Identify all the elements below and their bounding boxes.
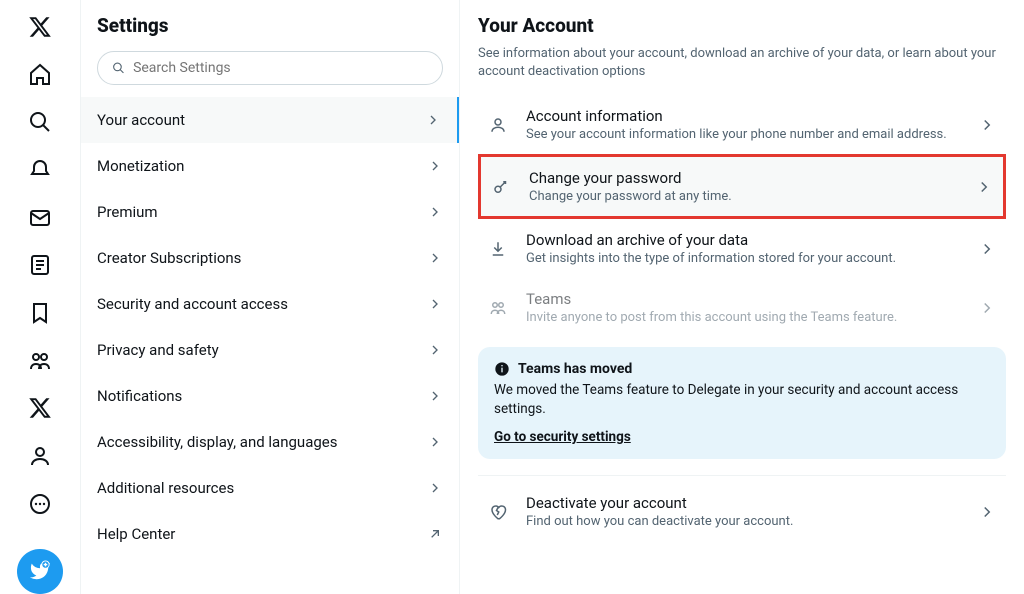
heart-broken-icon	[488, 502, 508, 522]
notifications-icon[interactable]	[27, 157, 53, 183]
main-description: See information about your account, down…	[478, 45, 1006, 81]
option-subtitle: Get insights into the type of informatio…	[526, 251, 978, 266]
bookmarks-icon[interactable]	[27, 300, 53, 326]
home-icon[interactable]	[27, 62, 53, 88]
download-icon	[488, 239, 508, 259]
option-download-an-archive-of-your-data[interactable]: Download an archive of your data Get insi…	[478, 219, 1006, 278]
settings-item-privacy-and-safety[interactable]: Privacy and safety	[81, 327, 459, 373]
settings-list: Your account Monetization Premium Creator S…	[81, 97, 459, 557]
people-icon	[488, 298, 508, 318]
x-premium-icon[interactable]	[27, 396, 53, 422]
compose-button[interactable]	[17, 549, 63, 594]
option-account-information[interactable]: Account information See your account info…	[478, 95, 1006, 154]
settings-item-label: Security and account access	[97, 295, 288, 313]
option-change-your-password[interactable]: Change your password Change your password…	[478, 154, 1006, 219]
settings-item-accessibility-display-and-languages[interactable]: Accessibility, display, and languages	[81, 419, 459, 465]
settings-item-label: Creator Subscriptions	[97, 249, 241, 267]
person-icon	[488, 115, 508, 135]
settings-item-label: Notifications	[97, 387, 182, 405]
chevron-right-icon	[978, 299, 996, 317]
main-column: Your Account See information about your …	[460, 0, 1024, 594]
messages-icon[interactable]	[27, 205, 53, 231]
chevron-right-icon	[978, 116, 996, 134]
settings-item-security-and-account-access[interactable]: Security and account access	[81, 281, 459, 327]
settings-item-help-center[interactable]: Help Center	[81, 511, 459, 557]
x-logo-icon[interactable]	[27, 14, 53, 40]
lists-icon[interactable]	[27, 252, 53, 278]
notice-link[interactable]: Go to security settings	[494, 429, 631, 445]
settings-search[interactable]	[97, 51, 443, 85]
option-teams: Teams Invite anyone to post from this acc…	[478, 278, 1006, 337]
option-subtitle: Find out how you can deactivate your acc…	[526, 514, 978, 529]
info-icon	[494, 361, 510, 377]
settings-item-label: Help Center	[97, 525, 175, 543]
option-title: Deactivate your account	[526, 494, 978, 512]
settings-column: Settings Your account Monetization Premium…	[80, 0, 460, 594]
search-icon[interactable]	[27, 109, 53, 135]
communities-icon[interactable]	[27, 348, 53, 374]
option-title: Account information	[526, 107, 978, 125]
settings-item-label: Privacy and safety	[97, 341, 219, 359]
settings-title: Settings	[81, 0, 459, 47]
option-subtitle: Invite anyone to post from this account …	[526, 310, 978, 325]
profile-icon[interactable]	[27, 443, 53, 469]
option-deactivate-your-account[interactable]: Deactivate your account Find out how you …	[478, 482, 1006, 541]
option-title: Teams	[526, 290, 978, 308]
settings-search-input[interactable]	[133, 60, 428, 76]
settings-item-label: Premium	[97, 203, 158, 221]
settings-item-label: Additional resources	[97, 479, 234, 497]
option-subtitle: See your account information like your p…	[526, 127, 978, 142]
chevron-right-icon	[975, 178, 993, 196]
divider	[478, 475, 1006, 476]
chevron-right-icon	[978, 240, 996, 258]
settings-item-your-account[interactable]: Your account	[81, 97, 459, 143]
settings-item-label: Your account	[97, 111, 185, 129]
main-options: Account information See your account info…	[478, 95, 1006, 337]
settings-item-notifications[interactable]: Notifications	[81, 373, 459, 419]
more-icon[interactable]	[27, 491, 53, 517]
settings-item-label: Accessibility, display, and languages	[97, 433, 337, 451]
main-title: Your Account	[478, 14, 1006, 37]
settings-item-label: Monetization	[97, 157, 184, 175]
option-title: Change your password	[529, 169, 975, 187]
option-title: Download an archive of your data	[526, 231, 978, 249]
teams-notice: Teams has moved We moved the Teams featu…	[478, 347, 1006, 459]
search-icon	[112, 61, 125, 75]
settings-item-monetization[interactable]: Monetization	[81, 143, 459, 189]
notice-body: We moved the Teams feature to Delegate i…	[494, 381, 990, 419]
settings-item-additional-resources[interactable]: Additional resources	[81, 465, 459, 511]
settings-item-premium[interactable]: Premium	[81, 189, 459, 235]
chevron-right-icon	[978, 503, 996, 521]
nav-rail	[0, 0, 80, 594]
option-subtitle: Change your password at any time.	[529, 189, 975, 204]
settings-item-creator-subscriptions[interactable]: Creator Subscriptions	[81, 235, 459, 281]
key-icon	[491, 177, 511, 197]
notice-title: Teams has moved	[518, 361, 632, 377]
